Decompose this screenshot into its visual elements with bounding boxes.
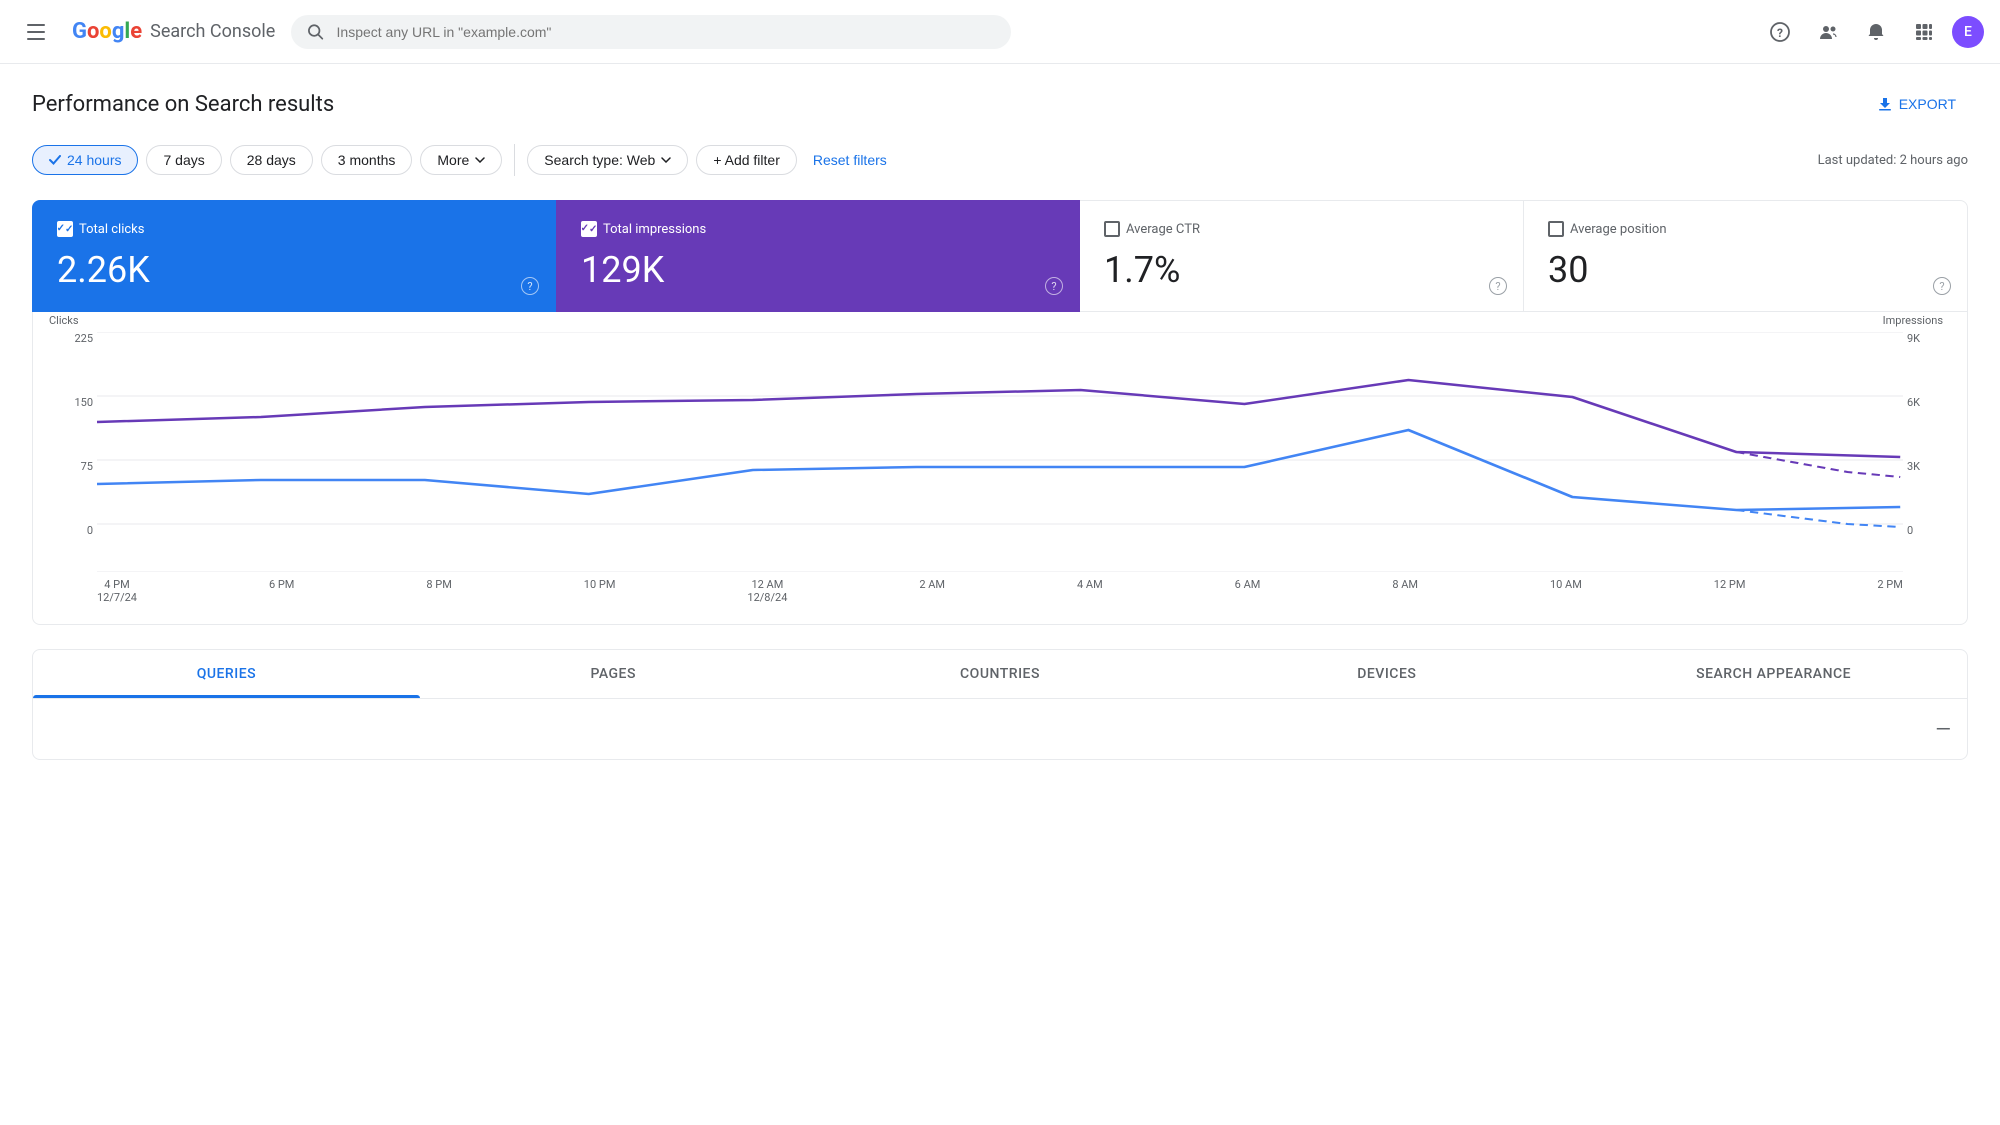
page-title: Performance on Search results — [32, 92, 334, 117]
tab-queries[interactable]: QUERIES — [33, 650, 420, 698]
position-value: 30 — [1548, 249, 1943, 291]
x-label-2pm: 2 PM — [1877, 578, 1902, 591]
search-type-button[interactable]: Search type: Web — [527, 145, 688, 175]
impressions-label: ✓ Total impressions — [581, 221, 1055, 237]
metric-card-position[interactable]: Average position 30 ? — [1524, 200, 1968, 312]
y-left-label: Clicks — [49, 314, 79, 327]
tab-pages[interactable]: PAGES — [420, 650, 807, 698]
filter-24hours[interactable]: 24 hours — [32, 145, 138, 175]
x-sub-12am: 12/8/24 — [747, 591, 787, 604]
clicks-value: 2.26K — [57, 249, 531, 291]
apps-icon-btn[interactable] — [1904, 12, 1944, 52]
x-sub-4pm: 12/7/24 — [97, 591, 137, 604]
notification-icon — [1866, 22, 1886, 42]
x-label-6pm: 6 PM — [269, 578, 294, 591]
y-tick-225: 225 — [74, 332, 93, 345]
x-label-10pm: 10 PM — [584, 578, 616, 591]
y-tick-75: 75 — [81, 460, 93, 473]
y-right-label: Impressions — [1883, 314, 1943, 327]
x-label-2am: 2 AM — [919, 578, 945, 591]
position-checkbox[interactable] — [1548, 221, 1564, 237]
filter-more[interactable]: More — [420, 145, 502, 175]
app-title: Search Console — [150, 21, 275, 42]
x-label-4am: 4 AM — [1077, 578, 1103, 591]
metric-card-clicks[interactable]: ✓ Total clicks 2.26K ? — [32, 200, 556, 312]
clicks-help-icon[interactable]: ? — [521, 277, 539, 295]
last-updated-text: Last updated: 2 hours ago — [1818, 153, 1968, 168]
filter-divider — [514, 144, 515, 176]
checkmark-icon — [49, 155, 61, 165]
clicks-checkbox[interactable]: ✓ — [57, 221, 73, 237]
avatar[interactable]: E — [1952, 16, 1984, 48]
people-icon-btn[interactable] — [1808, 12, 1848, 52]
collapse-icon[interactable]: — — [1935, 717, 1951, 741]
x-label-8pm: 8 PM — [426, 578, 451, 591]
app-logo[interactable]: Google Search Console — [72, 21, 275, 43]
tab-countries[interactable]: COUNTRIES — [807, 650, 1194, 698]
chevron-down-icon — [475, 157, 485, 163]
y-tick-150: 150 — [74, 396, 93, 409]
x-label-4pm: 4 PM — [97, 578, 137, 591]
x-label-12am: 12 AM — [747, 578, 787, 591]
x-label-12pm: 12 PM — [1714, 578, 1746, 591]
chart-svg — [97, 332, 1903, 572]
tabs-container: QUERIES PAGES COUNTRIES DEVICES SEARCH A… — [32, 649, 1968, 760]
page-header: Performance on Search results EXPORT — [32, 88, 1968, 120]
ctr-help-icon[interactable]: ? — [1489, 277, 1507, 295]
main-content: Performance on Search results EXPORT 24 … — [0, 64, 2000, 784]
help-icon-btn[interactable]: ? — [1760, 12, 1800, 52]
impressions-help-icon[interactable]: ? — [1045, 277, 1063, 295]
y-tick-9k: 9K — [1907, 332, 1920, 345]
y-tick-0-right: 0 — [1907, 524, 1913, 537]
clicks-label: ✓ Total clicks — [57, 221, 531, 237]
filter-28days[interactable]: 28 days — [230, 145, 313, 175]
apps-icon — [1914, 22, 1934, 42]
header: Google Search Console ? — [0, 0, 2000, 64]
x-axis-labels: 4 PM 12/7/24 6 PM 8 PM 10 PM 12 AM 12/8/… — [97, 578, 1903, 604]
ctr-checkbox[interactable] — [1104, 221, 1120, 237]
y-tick-0-left: 0 — [87, 524, 93, 537]
filter-7days[interactable]: 7 days — [146, 145, 221, 175]
tabs-header: QUERIES PAGES COUNTRIES DEVICES SEARCH A… — [33, 650, 1967, 699]
x-label-6am: 6 AM — [1235, 578, 1261, 591]
ctr-label: Average CTR — [1104, 221, 1499, 237]
tab-content: — — [33, 699, 1967, 759]
download-icon — [1877, 96, 1893, 112]
position-label: Average position — [1548, 221, 1943, 237]
add-filter-button[interactable]: + Add filter — [696, 145, 797, 175]
metrics-row: ✓ Total clicks 2.26K ? ✓ Total impressio… — [32, 200, 1968, 312]
notification-icon-btn[interactable] — [1856, 12, 1896, 52]
ctr-value: 1.7% — [1104, 249, 1499, 291]
url-search-input[interactable] — [337, 24, 996, 40]
x-label-8am: 8 AM — [1392, 578, 1418, 591]
tab-search-appearance[interactable]: SEARCH APPEARANCE — [1580, 650, 1967, 698]
chart-container: Clicks 225 150 75 0 — [32, 312, 1968, 625]
people-icon — [1818, 22, 1838, 42]
position-help-icon[interactable]: ? — [1933, 277, 1951, 295]
search-icon — [307, 23, 324, 41]
impressions-checkbox[interactable]: ✓ — [581, 221, 597, 237]
export-button[interactable]: EXPORT — [1865, 88, 1968, 120]
tab-devices[interactable]: DEVICES — [1193, 650, 1580, 698]
header-actions: ? E — [1760, 12, 1984, 52]
url-search-bar[interactable] — [291, 15, 1011, 49]
metric-card-ctr[interactable]: Average CTR 1.7% ? — [1080, 200, 1524, 312]
y-tick-6k: 6K — [1907, 396, 1920, 409]
x-label-10am: 10 AM — [1550, 578, 1582, 591]
impressions-value: 129K — [581, 249, 1055, 291]
menu-icon[interactable] — [16, 12, 56, 52]
performance-container: ✓ Total clicks 2.26K ? ✓ Total impressio… — [32, 200, 1968, 625]
help-icon: ? — [1770, 22, 1790, 42]
reset-filters-button[interactable]: Reset filters — [805, 146, 895, 174]
chevron-down-icon-2 — [661, 157, 671, 163]
y-tick-3k: 3K — [1907, 460, 1920, 473]
filters-bar: 24 hours 7 days 28 days 3 months More Se… — [32, 144, 1968, 176]
filter-3months[interactable]: 3 months — [321, 145, 413, 175]
svg-text:?: ? — [1777, 26, 1783, 40]
metric-card-impressions[interactable]: ✓ Total impressions 129K ? — [556, 200, 1080, 312]
